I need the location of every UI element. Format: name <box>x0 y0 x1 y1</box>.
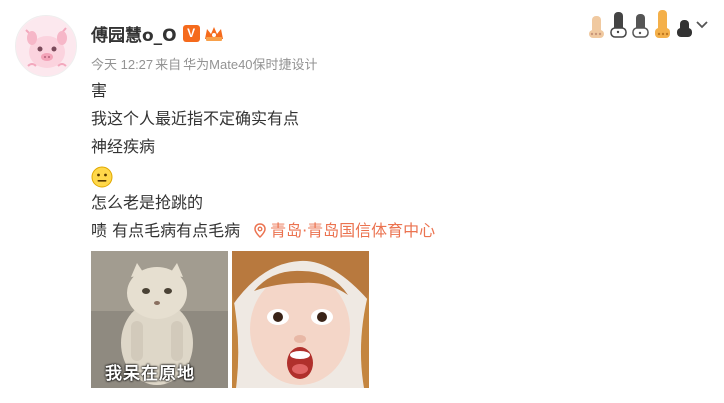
post-content: 害 我这个人最近指不定确实有点 神经疾病 怎么老是抢跳的 啧 有点毛病有点毛病 青… <box>91 81 435 249</box>
post-time[interactable]: 今天 12:27 <box>91 57 153 72</box>
content-line: 神经疾病 <box>91 137 156 156</box>
photo-thumbnail[interactable] <box>232 251 369 388</box>
source-prefix: 来自 <box>155 57 182 72</box>
weibo-post-card: 傅园慧o_O V 今天 12:27 来自 华为Mate40保时捷设计 害 我这个人最… <box>0 0 724 403</box>
avatar[interactable] <box>15 15 77 77</box>
neutral-face-emoji-icon <box>91 165 435 193</box>
content-line-with-location: 啧 有点毛病有点毛病 青岛·青岛国信体育中心 <box>91 221 435 249</box>
surprised-face-photo <box>232 251 369 388</box>
content-line: 啧 有点毛病有点毛病 <box>91 221 241 240</box>
content-line: 我这个人最近指不定确实有点 <box>91 109 300 128</box>
device-source[interactable]: 华为Mate40保时捷设计 <box>183 57 317 72</box>
cat-paws-icon <box>589 10 708 38</box>
cartoon-pig-avatar-icon <box>16 16 76 76</box>
content-line: 怎么老是抢跳的 <box>91 193 204 212</box>
location-pin-icon <box>254 223 266 238</box>
location-link[interactable]: 青岛·青岛国信体育中心 <box>254 221 435 240</box>
meme-caption: 我呆在原地 <box>105 364 195 384</box>
username-link[interactable]: 傅园慧o_O <box>91 21 177 46</box>
meme-image-thumbnail[interactable]: 我呆在原地 <box>91 251 228 388</box>
post-meta: 今天 12:27 来自 华为Mate40保时捷设计 <box>91 54 320 73</box>
location-text: 青岛·青岛国信体育中心 <box>270 221 436 240</box>
member-crown-icon[interactable] <box>203 24 225 42</box>
verified-badge[interactable]: V <box>182 24 200 42</box>
cat-paws-decoration[interactable] <box>586 10 708 38</box>
image-grid: 我呆在原地 <box>91 251 369 388</box>
post-header: 傅园慧o_O V <box>91 21 225 46</box>
chevron-down-icon <box>696 21 708 29</box>
content-line: 害 <box>91 81 108 100</box>
